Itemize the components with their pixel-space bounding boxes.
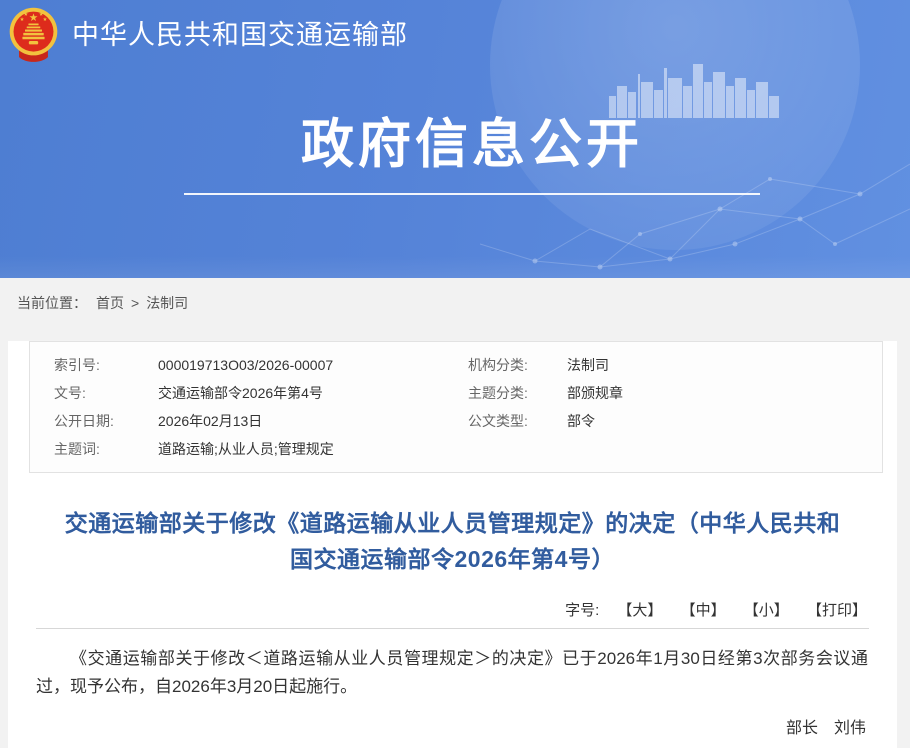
meta-value: 部颁规章 xyxy=(567,379,623,407)
article-body: 《交通运输部关于修改＜道路运输从业人员管理规定＞的决定》已于2026年1月30日… xyxy=(36,645,868,701)
breadcrumb: 当前位置： 首页 > 法制司 xyxy=(0,278,910,327)
signature-block: 部长 刘伟 2026年2月6日 xyxy=(8,714,866,748)
breadcrumb-section-link[interactable]: 法制司 xyxy=(146,293,188,313)
meta-value: 000019713O03/2026-00007 xyxy=(158,351,333,379)
document-meta-table: 索引号: 000019713O03/2026-00007 文号: 交通运输部令2… xyxy=(29,341,883,473)
meta-label: 公开日期: xyxy=(30,407,158,435)
meta-label: 机构分类: xyxy=(464,351,567,379)
banner-underline xyxy=(184,193,760,195)
meta-label: 主题词: xyxy=(30,435,158,463)
banner: 中华人民共和国交通运输部 政府信息公开 xyxy=(0,0,910,278)
breadcrumb-label: 当前位置： xyxy=(17,293,87,313)
banner-title-block: 政府信息公开 xyxy=(17,115,910,195)
meta-value: 道路运输;从业人员;管理规定 xyxy=(158,435,334,463)
print-button[interactable]: 【打印】 xyxy=(807,602,867,619)
meta-row-doc-number: 文号: 交通运输部令2026年第4号 xyxy=(30,379,464,407)
meta-row-publish-date: 公开日期: 2026年02月13日 xyxy=(30,407,464,435)
signer-name: 部长 刘伟 xyxy=(8,714,866,738)
font-size-controls: 字号: 【大】 【中】 【小】 【打印】 xyxy=(8,599,867,620)
font-size-medium-button[interactable]: 【中】 xyxy=(681,602,726,619)
font-size-large-button[interactable]: 【大】 xyxy=(617,602,662,619)
meta-label: 公文类型: xyxy=(464,407,567,435)
banner-glow-decoration xyxy=(0,256,910,278)
title-separator xyxy=(36,628,869,629)
meta-value: 部令 xyxy=(567,407,595,435)
site-title: 中华人民共和国交通运输部 xyxy=(72,5,408,65)
meta-value: 法制司 xyxy=(567,351,609,379)
meta-column-left: 索引号: 000019713O03/2026-00007 文号: 交通运输部令2… xyxy=(30,351,464,463)
meta-label: 文号: xyxy=(30,379,158,407)
national-emblem-icon xyxy=(8,5,59,65)
meta-row-topic-category: 主题分类: 部颁规章 xyxy=(464,379,882,407)
city-skyline-icon xyxy=(607,56,782,118)
meta-row-doc-type: 公文类型: 部令 xyxy=(464,407,882,435)
meta-column-right: 机构分类: 法制司 主题分类: 部颁规章 公文类型: 部令 xyxy=(464,351,882,463)
meta-value: 交通运输部令2026年第4号 xyxy=(158,379,323,407)
breadcrumb-home-link[interactable]: 首页 xyxy=(96,293,124,313)
content-card: 索引号: 000019713O03/2026-00007 文号: 交通运输部令2… xyxy=(8,341,897,748)
article-title: 交通运输部关于修改《道路运输从业人员管理规定》的决定（中华人民共和国交通运输部令… xyxy=(58,505,848,577)
meta-row-index-number: 索引号: 000019713O03/2026-00007 xyxy=(30,351,464,379)
meta-value: 2026年02月13日 xyxy=(158,407,262,435)
site-logo-link[interactable]: 中华人民共和国交通运输部 xyxy=(8,5,408,65)
font-size-small-button[interactable]: 【小】 xyxy=(744,602,789,619)
meta-label: 主题分类: xyxy=(464,379,567,407)
meta-row-org-category: 机构分类: 法制司 xyxy=(464,351,882,379)
breadcrumb-separator: > xyxy=(131,295,139,311)
font-size-label: 字号: xyxy=(565,602,599,619)
meta-label: 索引号: xyxy=(30,351,158,379)
meta-row-keywords: 主题词: 道路运输;从业人员;管理规定 xyxy=(30,435,464,463)
banner-title: 政府信息公开 xyxy=(17,115,910,175)
